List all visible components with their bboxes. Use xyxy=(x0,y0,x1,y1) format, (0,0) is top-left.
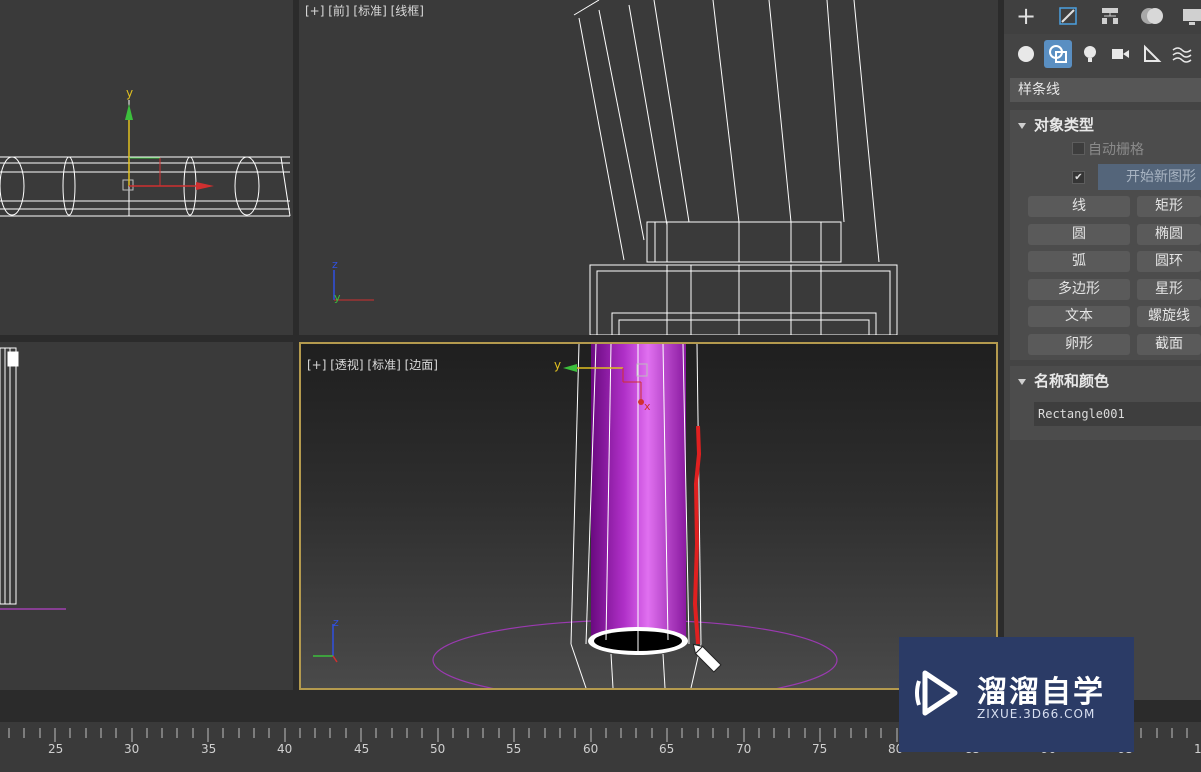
auto-grid-label: 自动栅格 xyxy=(1088,142,1144,158)
timeline-tick-label: 30 xyxy=(124,742,140,756)
shape-button[interactable]: 圆环 xyxy=(1137,251,1201,273)
watermark-logo: 溜溜自学 ZIXUE.3D66.COM xyxy=(899,637,1134,752)
cylinder-perspective xyxy=(313,344,838,688)
collapse-triangle-icon xyxy=(1018,378,1026,385)
pencil-cursor-icon xyxy=(692,643,722,673)
timeline-tick-label: 50 xyxy=(430,742,446,756)
modify-icon[interactable] xyxy=(1048,0,1088,32)
z-axis-label: z xyxy=(333,616,339,629)
y-axis-label: y xyxy=(554,358,562,372)
shape-category-dropdown[interactable]: 样条线 xyxy=(1010,78,1201,102)
viewport-label-front[interactable]: [+] [前] [标准] [线框] xyxy=(305,2,424,19)
shape-button[interactable]: 多边形 xyxy=(1028,278,1130,300)
y-axis-label: y xyxy=(126,86,134,100)
collapse-triangle-icon xyxy=(1018,122,1026,129)
shape-button[interactable]: 螺旋线 xyxy=(1137,306,1201,328)
timeline-tick-label: 70 xyxy=(736,742,752,756)
timeline-tick-label: 35 xyxy=(201,742,217,756)
category-icons xyxy=(1004,38,1201,70)
name-color-title: 名称和颜色 xyxy=(1034,372,1110,390)
command-panel: + 样条线 对象类型 自动栅格 ✔ 开始新图形 线矩形圆椭圆弧圆环 多边形 星形 文本… xyxy=(1004,0,1201,700)
cameras-icon[interactable] xyxy=(1106,40,1134,68)
y-axis-label: y xyxy=(334,291,341,304)
shapes-icon[interactable] xyxy=(1044,40,1072,68)
auto-grid-checkbox[interactable] xyxy=(1072,142,1085,155)
timeline-tick-label: 60 xyxy=(583,742,599,756)
x-axis-label: x xyxy=(644,400,651,413)
shape-button[interactable]: 椭圆 xyxy=(1137,223,1201,245)
shape-button[interactable]: 卵形 xyxy=(1028,334,1130,355)
shape-button[interactable]: 星形 xyxy=(1137,278,1201,300)
timeline-tick-label: 100 xyxy=(1194,742,1201,756)
name-color-rollout: 名称和颜色 Rectangle001 xyxy=(1010,366,1201,440)
tube-wireframe-left xyxy=(0,347,66,610)
display-icon[interactable] xyxy=(1172,0,1201,32)
hierarchy-icon[interactable] xyxy=(1090,0,1130,32)
start-new-shape-checkbox[interactable]: ✔ xyxy=(1072,171,1085,184)
watermark-cn-text: 溜溜自学 xyxy=(977,675,1105,710)
start-new-shape-button[interactable]: 开始新图形 xyxy=(1098,164,1201,190)
object-name-input[interactable]: Rectangle001 xyxy=(1034,402,1201,426)
z-axis-label: z xyxy=(332,258,338,271)
timeline-tick-label: 45 xyxy=(354,742,370,756)
shape-button[interactable]: 矩形 xyxy=(1137,196,1201,217)
create-icon[interactable]: + xyxy=(1006,0,1046,32)
object-type-header[interactable]: 对象类型 xyxy=(1018,114,1094,135)
geometry-icon[interactable] xyxy=(1012,40,1040,68)
viewport-label-perspective[interactable]: [+] [透视] [标准] [边面] xyxy=(307,356,438,373)
shape-button[interactable]: 截面 xyxy=(1137,334,1201,355)
spacewarps-icon[interactable] xyxy=(1168,40,1196,68)
viewport-perspective[interactable]: [+] [透视] [标准] [边面] y x z xyxy=(299,342,998,690)
shape-button[interactable]: 文本 xyxy=(1028,306,1130,328)
viewport-top-left[interactable]: y xyxy=(0,0,293,335)
watermark-en-text: ZIXUE.3D66.COM xyxy=(977,707,1096,721)
lights-icon[interactable] xyxy=(1076,40,1104,68)
viewport-left[interactable] xyxy=(0,342,293,690)
shape-button[interactable]: 圆 xyxy=(1028,223,1130,245)
shape-button[interactable]: 线 xyxy=(1028,196,1130,217)
timeline-tick-label: 75 xyxy=(812,742,828,756)
shape-button[interactable]: 弧 xyxy=(1028,251,1130,273)
viewport-front[interactable]: [+] [前] [标准] [线框] z y xyxy=(299,0,998,335)
tube-wireframe-top xyxy=(0,100,291,217)
object-type-title: 对象类型 xyxy=(1034,116,1095,134)
timeline-tick-label: 25 xyxy=(48,742,64,756)
motion-icon[interactable] xyxy=(1132,0,1172,32)
leg-wireframe-front xyxy=(333,0,898,335)
timeline-tick-label: 40 xyxy=(277,742,293,756)
command-panel-tabs: + xyxy=(1004,0,1201,34)
timeline-tick-label: 55 xyxy=(506,742,522,756)
helpers-icon[interactable] xyxy=(1138,40,1166,68)
play-logo-icon xyxy=(915,670,958,716)
name-color-header[interactable]: 名称和颜色 xyxy=(1018,370,1109,391)
timeline-tick-label: 65 xyxy=(659,742,675,756)
object-type-rollout: 对象类型 自动栅格 ✔ 开始新图形 线矩形圆椭圆弧圆环 多边形 星形 文本 螺旋线 卵形截… xyxy=(1010,110,1201,360)
